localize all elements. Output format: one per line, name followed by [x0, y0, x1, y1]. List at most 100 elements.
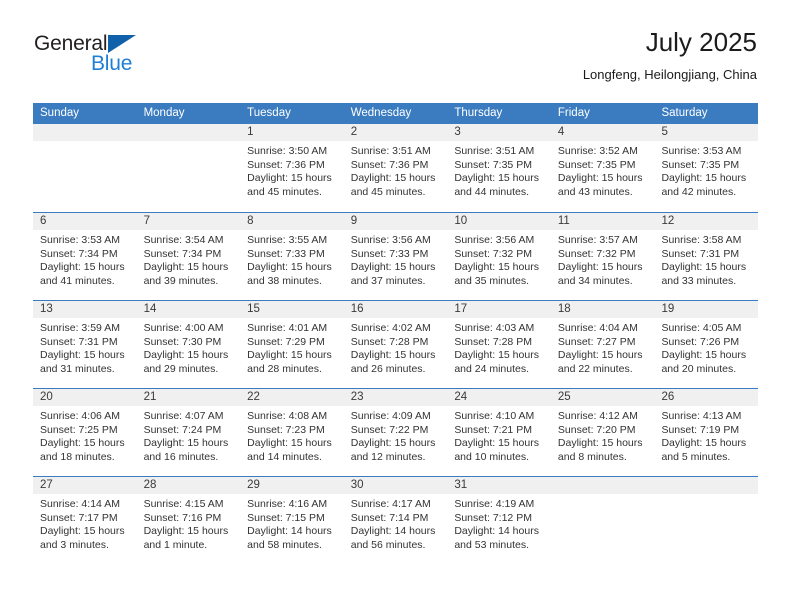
daylight-text: Daylight: 15 hours and 31 minutes. — [40, 349, 125, 375]
sunrise-text: Sunrise: 3:51 AM — [454, 145, 535, 157]
calendar-day-cell[interactable]: 30 Sunrise: 4:17 AM Sunset: 7:14 PM Dayligh… — [343, 477, 448, 564]
day-details: Sunrise: 4:10 AM Sunset: 7:21 PM Daylight:… — [447, 406, 551, 464]
calendar-day-cell[interactable]: 7 Sunrise: 3:54 AM Sunset: 7:34 PM Daylight… — [136, 213, 241, 300]
day-number: 21 — [136, 389, 241, 406]
day-details: Sunrise: 3:56 AM Sunset: 7:33 PM Daylight:… — [344, 230, 448, 288]
day-number: 24 — [447, 389, 551, 406]
calendar-day-cell[interactable]: 21 Sunrise: 4:07 AM Sunset: 7:24 PM Dayligh… — [136, 389, 241, 476]
calendar-day-cell[interactable]: 20 Sunrise: 4:06 AM Sunset: 7:25 PM Dayligh… — [33, 389, 137, 476]
sunset-text: Sunset: 7:34 PM — [143, 247, 222, 260]
sunset-text: Sunset: 7:23 PM — [247, 423, 325, 436]
daylight-text: Daylight: 15 hours and 45 minutes. — [247, 172, 332, 198]
day-number: 2 — [343, 124, 448, 141]
sunset-text: Sunset: 7:35 PM — [557, 158, 636, 171]
calendar-day-cell[interactable]: 2 Sunrise: 3:51 AM Sunset: 7:36 PM Daylight… — [343, 124, 448, 212]
sunset-text: Sunset: 7:35 PM — [661, 158, 740, 171]
daylight-text: Daylight: 15 hours and 22 minutes. — [557, 349, 643, 375]
sunrise-text: Sunrise: 4:06 AM — [40, 410, 120, 422]
calendar-day-cell[interactable]: 25 Sunrise: 4:12 AM Sunset: 7:20 PM Dayligh… — [550, 389, 655, 476]
sunset-text: Sunset: 7:15 PM — [247, 511, 325, 524]
day-details: Sunrise: 3:50 AM Sunset: 7:36 PM Daylight:… — [240, 141, 344, 199]
day-details: Sunrise: 3:59 AM Sunset: 7:31 PM Daylight:… — [33, 318, 137, 376]
calendar-day-cell[interactable]: 3 Sunrise: 3:51 AM Sunset: 7:35 PM Daylight… — [447, 124, 551, 212]
calendar-day-cell[interactable]: 28 Sunrise: 4:15 AM Sunset: 7:16 PM Dayligh… — [136, 477, 241, 564]
sunset-text: Sunset: 7:26 PM — [661, 335, 740, 348]
logo-text-blue: Blue — [91, 52, 133, 75]
sunrise-text: Sunrise: 3:53 AM — [40, 234, 120, 246]
sunrise-text: Sunrise: 3:50 AM — [247, 145, 328, 157]
calendar-day-cell-empty — [550, 477, 655, 564]
calendar-table: Sunday Monday Tuesday Wednesday Thursday… — [33, 103, 759, 564]
calendar-day-cell[interactable]: 19 Sunrise: 4:05 AM Sunset: 7:26 PM Dayligh… — [654, 301, 759, 388]
calendar-day-cell[interactable]: 24 Sunrise: 4:10 AM Sunset: 7:21 PM Dayligh… — [447, 389, 551, 476]
calendar-day-cell[interactable]: 10 Sunrise: 3:56 AM Sunset: 7:32 PM Dayligh… — [447, 213, 551, 300]
day-number: 12 — [654, 213, 759, 230]
page-subtitle-location: Longfeng, Heilongjiang, China — [582, 66, 757, 82]
day-details: Sunrise: 4:06 AM Sunset: 7:25 PM Daylight:… — [33, 406, 137, 464]
day-details: Sunrise: 3:52 AM Sunset: 7:35 PM Daylight:… — [551, 141, 655, 199]
day-details: Sunrise: 4:07 AM Sunset: 7:24 PM Daylight:… — [137, 406, 241, 464]
sunrise-text: Sunrise: 4:13 AM — [661, 410, 742, 422]
calendar-day-cell[interactable]: 22 Sunrise: 4:08 AM Sunset: 7:23 PM Dayligh… — [240, 389, 344, 476]
sunset-text: Sunset: 7:34 PM — [40, 247, 118, 260]
calendar-day-cell[interactable]: 16 Sunrise: 4:02 AM Sunset: 7:28 PM Dayligh… — [343, 301, 448, 388]
calendar-day-cell[interactable]: 26 Sunrise: 4:13 AM Sunset: 7:19 PM Dayligh… — [654, 389, 759, 476]
calendar-day-cell[interactable]: 14 Sunrise: 4:00 AM Sunset: 7:30 PM Dayligh… — [136, 301, 241, 388]
day-number: 20 — [33, 389, 137, 406]
day-details: Sunrise: 3:53 AM Sunset: 7:35 PM Daylight:… — [654, 141, 758, 199]
calendar-day-cell[interactable]: 12 Sunrise: 3:58 AM Sunset: 7:31 PM Dayligh… — [654, 213, 759, 300]
sunrise-text: Sunrise: 4:16 AM — [247, 498, 328, 510]
day-number: 25 — [550, 389, 655, 406]
day-number — [654, 477, 759, 494]
calendar-day-cell[interactable]: 11 Sunrise: 3:57 AM Sunset: 7:32 PM Dayligh… — [550, 213, 655, 300]
sunrise-text: Sunrise: 4:19 AM — [454, 498, 535, 510]
calendar-day-cell[interactable]: 13 Sunrise: 3:59 AM Sunset: 7:31 PM Dayligh… — [33, 301, 137, 388]
day-details: Sunrise: 4:19 AM Sunset: 7:12 PM Daylight:… — [447, 494, 551, 552]
day-details: Sunrise: 4:17 AM Sunset: 7:14 PM Daylight:… — [344, 494, 448, 552]
daylight-text: Daylight: 15 hours and 8 minutes. — [557, 437, 643, 463]
calendar-day-cell[interactable]: 17 Sunrise: 4:03 AM Sunset: 7:28 PM Dayligh… — [447, 301, 551, 388]
daylight-text: Daylight: 14 hours and 56 minutes. — [350, 525, 436, 551]
sunrise-text: Sunrise: 4:08 AM — [247, 410, 328, 422]
sunrise-text: Sunrise: 3:56 AM — [350, 234, 431, 246]
weekday-tuesday: Tuesday — [247, 107, 291, 119]
day-number: 14 — [136, 301, 241, 318]
daylight-text: Daylight: 15 hours and 29 minutes. — [143, 349, 229, 375]
sunrise-text: Sunrise: 4:03 AM — [454, 322, 535, 334]
sunrise-text: Sunrise: 3:55 AM — [247, 234, 328, 246]
calendar-day-cell[interactable]: 18 Sunrise: 4:04 AM Sunset: 7:27 PM Dayligh… — [550, 301, 655, 388]
sunset-text: Sunset: 7:32 PM — [454, 247, 532, 260]
calendar-day-cell[interactable]: 4 Sunrise: 3:52 AM Sunset: 7:35 PM Daylight… — [550, 124, 655, 212]
day-number: 31 — [447, 477, 551, 494]
calendar-day-cell[interactable]: 9 Sunrise: 3:56 AM Sunset: 7:33 PM Daylight… — [343, 213, 448, 300]
day-details: Sunrise: 4:12 AM Sunset: 7:20 PM Daylight:… — [551, 406, 655, 464]
sunset-text: Sunset: 7:14 PM — [350, 511, 429, 524]
calendar-day-cell[interactable]: 5 Sunrise: 3:53 AM Sunset: 7:35 PM Daylight… — [654, 124, 759, 212]
day-number: 10 — [447, 213, 551, 230]
sunrise-text: Sunrise: 4:07 AM — [143, 410, 224, 422]
calendar-day-cell[interactable]: 6 Sunrise: 3:53 AM Sunset: 7:34 PM Daylight… — [33, 213, 137, 300]
calendar-day-cell[interactable]: 1 Sunrise: 3:50 AM Sunset: 7:36 PM Daylight… — [240, 124, 344, 212]
day-number: 9 — [343, 213, 448, 230]
day-details: Sunrise: 3:57 AM Sunset: 7:32 PM Daylight:… — [551, 230, 655, 288]
calendar-day-cell[interactable]: 15 Sunrise: 4:01 AM Sunset: 7:29 PM Dayligh… — [240, 301, 344, 388]
daylight-text: Daylight: 15 hours and 37 minutes. — [350, 261, 436, 287]
sunset-text: Sunset: 7:28 PM — [350, 335, 429, 348]
day-details: Sunrise: 4:08 AM Sunset: 7:23 PM Daylight:… — [240, 406, 344, 464]
calendar-day-cell[interactable]: 29 Sunrise: 4:16 AM Sunset: 7:15 PM Dayligh… — [240, 477, 344, 564]
page-title: July 2025 — [645, 27, 757, 57]
logo-text-general: General — [34, 32, 108, 55]
sunrise-text: Sunrise: 4:02 AM — [350, 322, 431, 334]
general-blue-logo: General Blue — [34, 33, 164, 83]
sunset-text: Sunset: 7:20 PM — [557, 423, 636, 436]
daylight-text: Daylight: 15 hours and 3 minutes. — [40, 525, 125, 551]
day-details: Sunrise: 4:14 AM Sunset: 7:17 PM Daylight:… — [33, 494, 137, 552]
calendar-day-cell[interactable]: 8 Sunrise: 3:55 AM Sunset: 7:33 PM Daylight… — [240, 213, 344, 300]
calendar-day-cell[interactable]: 27 Sunrise: 4:14 AM Sunset: 7:17 PM Dayligh… — [33, 477, 137, 564]
calendar-day-cell[interactable]: 23 Sunrise: 4:09 AM Sunset: 7:22 PM Dayligh… — [343, 389, 448, 476]
day-details: Sunrise: 3:51 AM Sunset: 7:36 PM Daylight:… — [344, 141, 448, 199]
calendar-week-row: 20 Sunrise: 4:06 AM Sunset: 7:25 PM Dayligh… — [33, 388, 759, 476]
day-number: 23 — [343, 389, 448, 406]
calendar-day-cell[interactable]: 31 Sunrise: 4:19 AM Sunset: 7:12 PM Dayligh… — [447, 477, 551, 564]
weekday-friday: Friday — [557, 107, 590, 119]
